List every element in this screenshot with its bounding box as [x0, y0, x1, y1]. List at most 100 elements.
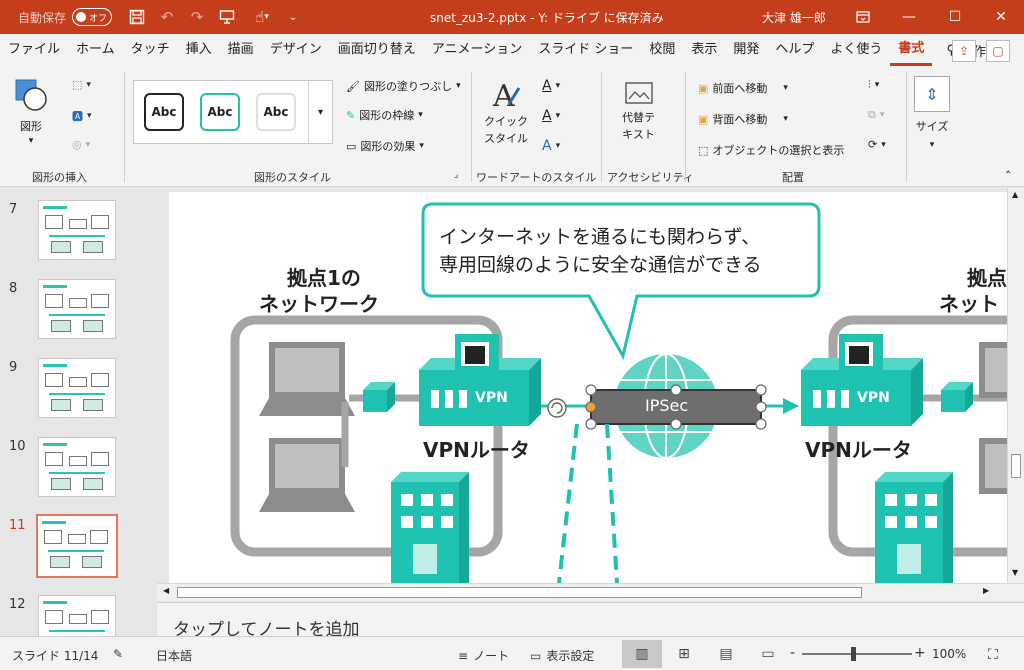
selection-pane-icon: ⬚	[698, 143, 709, 157]
send-backward-button[interactable]: ▣ 背面へ移動 ▾	[698, 111, 788, 127]
tab-8[interactable]: スライド ショー	[530, 34, 641, 66]
collapse-ribbon-icon[interactable]: ⌃	[1004, 170, 1012, 181]
tab-5[interactable]: デザイン	[262, 34, 330, 66]
customize-qat-icon[interactable]: ⌄	[282, 0, 304, 34]
tab-13[interactable]: よく使う	[822, 34, 890, 66]
style-swatch-2[interactable]: Abc	[200, 93, 240, 131]
quick-label-1: クイック	[484, 115, 528, 128]
callout-line-2: 専用回線のように安全な通信ができる	[439, 254, 762, 276]
text-box-icon[interactable]: 🅰 ▾	[72, 108, 92, 124]
zoom-slider-track[interactable]	[802, 653, 912, 655]
zoom-in-button[interactable]: +	[914, 645, 926, 661]
merge-shapes-icon[interactable]: ◎ ▾	[72, 138, 90, 151]
reading-view-icon[interactable]: ▤	[706, 640, 746, 668]
style-swatch-1[interactable]: Abc	[144, 93, 184, 131]
slide-sorter-icon[interactable]: ⊞	[664, 640, 704, 668]
text-outline-icon[interactable]: A ▾	[542, 108, 560, 124]
size-button[interactable]: ⇕ サイズ ▾	[914, 76, 950, 150]
rotate-icon[interactable]: ⟳ ▾	[868, 138, 886, 151]
tab-7[interactable]: アニメーション	[424, 34, 530, 66]
window-title: snet_zu3-2.pptx - Y: ドライブ に保存済み	[430, 11, 664, 25]
slide-thumbnail[interactable]	[38, 200, 116, 260]
text-effects-icon[interactable]: A ▾	[542, 138, 560, 154]
shape-outline-button[interactable]: ✎ 図形の枠線 ▾	[346, 107, 423, 123]
zoom-level[interactable]: 100%	[932, 647, 966, 661]
tab-14[interactable]: 書式	[890, 34, 933, 66]
vertical-scroll-thumb[interactable]	[1011, 454, 1021, 478]
share-icon[interactable]: ⇪	[952, 40, 976, 62]
zoom-slider-knob[interactable]	[851, 647, 856, 661]
ribbon-display-options-icon[interactable]	[840, 0, 886, 34]
autosave-toggle[interactable]: オフ	[72, 8, 113, 26]
shape-effects-button[interactable]: ▭ 図形の効果 ▾	[346, 138, 424, 154]
language-indicator[interactable]: 日本語	[156, 647, 192, 664]
tab-3[interactable]: 挿入	[178, 34, 220, 66]
tab-2[interactable]: タッチ	[123, 34, 178, 66]
zoom-out-button[interactable]: -	[790, 645, 795, 661]
tab-9[interactable]: 校閲	[641, 34, 683, 66]
shape-button[interactable]: 図形 ▾	[14, 78, 48, 146]
gallery-more-button[interactable]: ▾	[308, 80, 332, 144]
quick-styles-button[interactable]: A クイック スタイル	[484, 78, 528, 146]
selection-pane-button[interactable]: ⬚ オブジェクトの選択と表示	[698, 142, 844, 158]
slide-thumbnail[interactable]	[38, 358, 116, 418]
site1-title-2: ネットワーク	[259, 292, 379, 316]
spelling-check-icon[interactable]: ✎	[113, 647, 123, 661]
slideshow-view-icon[interactable]: ▭	[748, 640, 788, 668]
alt-text-button[interactable]: 代替テ キスト	[622, 80, 655, 142]
laptop-icon	[979, 438, 1007, 494]
save-icon[interactable]	[122, 0, 152, 34]
edit-shape-icon[interactable]: ⬚ ▾	[72, 78, 91, 91]
tab-4[interactable]: 描画	[220, 34, 262, 66]
tab-10[interactable]: 表示	[683, 34, 725, 66]
slide-thumbnail[interactable]	[38, 279, 116, 339]
tab-11[interactable]: 開発	[725, 34, 767, 66]
tab-12[interactable]: ヘルプ	[767, 34, 822, 66]
comments-icon[interactable]: ▢	[986, 40, 1010, 62]
group-objects-icon[interactable]: ⧉ ▾	[868, 108, 884, 122]
site1-title-1: 拠点1の	[287, 266, 361, 290]
undo-icon[interactable]: ↶	[152, 0, 182, 34]
scroll-right-icon[interactable]: ▶	[983, 586, 989, 595]
ipsec-label[interactable]: IPSec	[645, 396, 688, 415]
slide-thumbnail[interactable]	[38, 595, 116, 636]
normal-view-icon[interactable]: ▥	[622, 640, 662, 668]
tab-6[interactable]: 画面切り替え	[330, 34, 424, 66]
fit-to-window-icon[interactable]: ⛶	[988, 647, 998, 663]
minimize-icon[interactable]: —	[886, 0, 932, 34]
group-separator	[124, 72, 125, 182]
group-separator	[685, 72, 686, 182]
slide-thumbnail[interactable]	[36, 514, 118, 578]
size-icon: ⇕	[914, 76, 950, 112]
display-settings-toggle[interactable]: ▭ 表示設定	[530, 647, 594, 664]
group-separator	[601, 72, 602, 182]
notes-pane[interactable]: タップしてノートを追加	[157, 602, 1024, 640]
ribbon-tabs: ファイル ホーム タッチ 挿入 描画 デザイン 画面切り替え アニメーション スライド ショー校…	[0, 34, 1024, 66]
shape-fill-button[interactable]: 🖌 図形の塗りつぶし ▾	[346, 78, 461, 94]
redo-icon[interactable]: ↷	[182, 0, 212, 34]
close-icon[interactable]: ✕	[978, 0, 1024, 34]
align-icon[interactable]: ⫶ ▾	[868, 78, 879, 92]
shape-effects-label: 図形の効果	[360, 140, 416, 153]
dialog-launcher-icon[interactable]: ⌟	[454, 170, 458, 180]
touch-mode-icon[interactable]: ☝ ▾	[242, 0, 282, 34]
horizontal-scroll-thumb[interactable]	[177, 587, 862, 598]
tab-0[interactable]: ファイル	[0, 34, 68, 66]
thumbnail-number: 8	[9, 281, 18, 296]
scroll-left-icon[interactable]: ◀	[163, 586, 169, 595]
present-icon[interactable]	[212, 0, 242, 34]
style-swatch-3[interactable]: Abc	[256, 93, 296, 131]
scroll-down-icon[interactable]: ▼	[1012, 568, 1018, 577]
horizontal-scrollbar[interactable]: ◀ ▶	[157, 583, 1024, 601]
autosave[interactable]: 自動保存 オフ	[0, 8, 113, 26]
user-name[interactable]: 大津 雄一郎	[762, 9, 826, 26]
maximize-icon[interactable]: ☐	[932, 0, 978, 34]
thumbnails-scrollbar[interactable]	[144, 188, 157, 636]
notes-toggle[interactable]: ≡ ノート	[458, 647, 509, 664]
vertical-scrollbar[interactable]: ▲ ▼	[1007, 188, 1024, 583]
text-fill-icon[interactable]: A ▾	[542, 78, 560, 94]
bring-forward-button[interactable]: ▣ 前面へ移動 ▾	[698, 80, 788, 96]
tab-1[interactable]: ホーム	[68, 34, 123, 66]
slide-thumbnail[interactable]	[38, 437, 116, 497]
scroll-up-icon[interactable]: ▲	[1012, 190, 1018, 199]
